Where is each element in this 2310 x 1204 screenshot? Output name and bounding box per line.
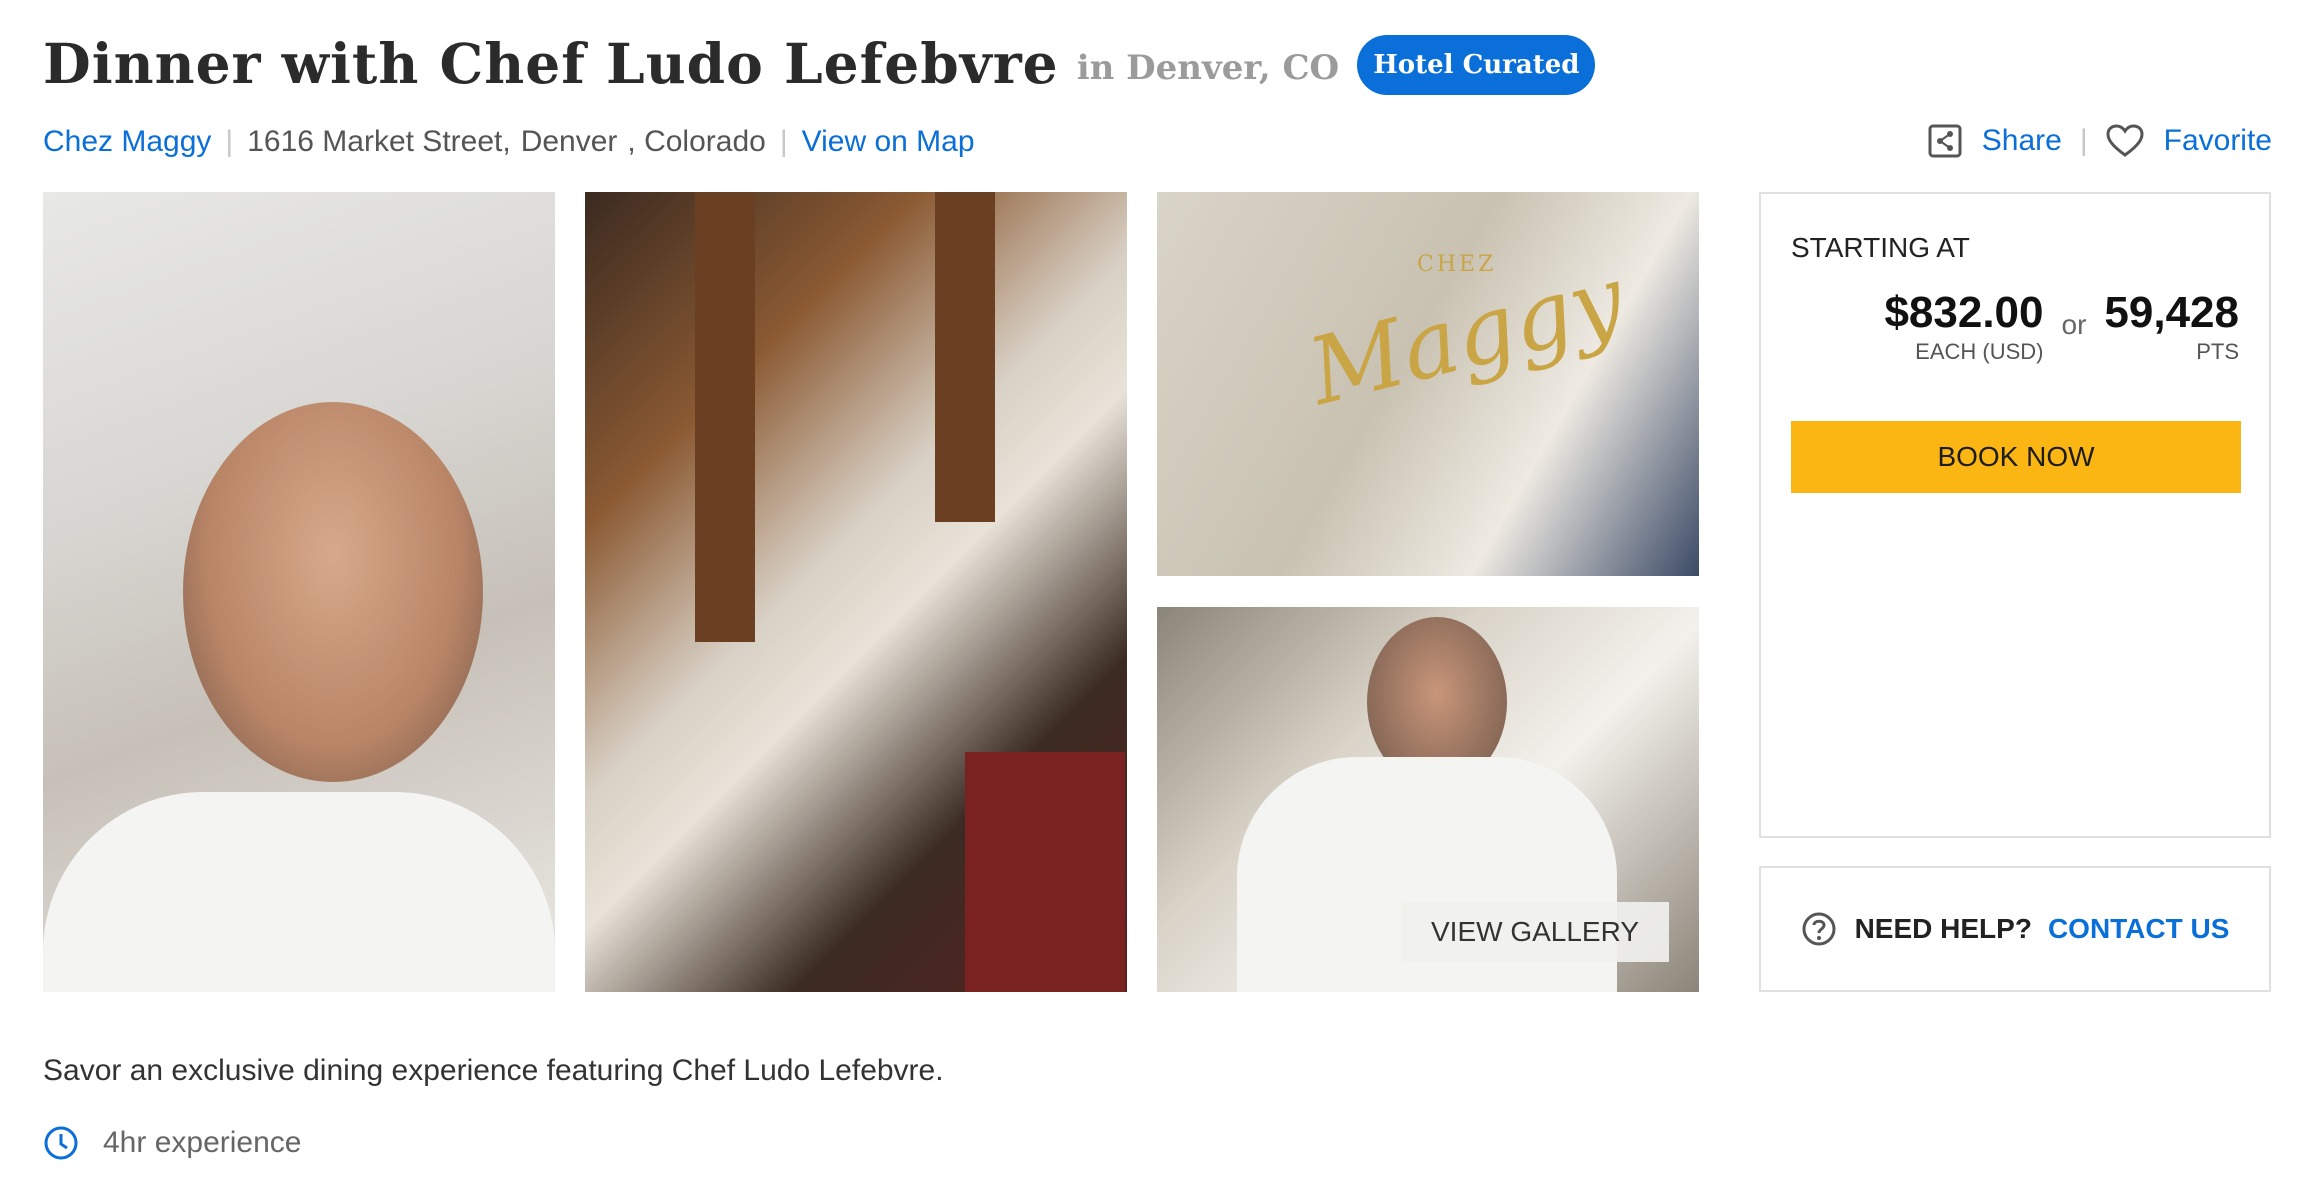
chef-cooking-photo[interactable]: VIEW GALLERY bbox=[1157, 607, 1699, 992]
duration-label: 4hr experience bbox=[103, 1126, 302, 1159]
title-row: Dinner with Chef Ludo Lefebvre in Denver… bbox=[43, 28, 1596, 98]
state: , Colorado bbox=[627, 125, 766, 158]
street-address: 1616 Market Street, bbox=[247, 125, 511, 158]
view-gallery-button[interactable]: VIEW GALLERY bbox=[1400, 902, 1669, 962]
venue-link[interactable]: Chez Maggy bbox=[43, 125, 211, 159]
contact-us-link[interactable]: CONTACT US bbox=[2048, 913, 2229, 945]
divider: | bbox=[2079, 124, 2088, 157]
sign-brand-text: CHEZ bbox=[1417, 252, 1497, 277]
restaurant-interior-photo[interactable] bbox=[585, 192, 1127, 992]
chez-maggy-sign-photo[interactable]: CHEZ Maggy bbox=[1157, 192, 1699, 576]
photo-column bbox=[695, 192, 755, 642]
clock-icon bbox=[44, 1126, 78, 1160]
share-button[interactable]: Share bbox=[1928, 124, 2062, 158]
action-bar: Share | Favorite bbox=[1928, 118, 2272, 164]
favorite-label: Favorite bbox=[2163, 124, 2272, 157]
view-on-map-link[interactable]: View on Map bbox=[802, 125, 975, 159]
heart-icon bbox=[2106, 124, 2144, 157]
venue-row: Chez Maggy | 1616 Market Street, Denver … bbox=[43, 120, 975, 164]
share-label: Share bbox=[1981, 124, 2062, 157]
book-now-button[interactable]: BOOK NOW bbox=[1791, 421, 2241, 493]
duration-row: 4hr experience bbox=[43, 1125, 301, 1161]
chef-portrait-photo[interactable] bbox=[43, 192, 555, 992]
help-card: NEED HELP? CONTACT US bbox=[1759, 866, 2271, 992]
experience-description: Savor an exclusive dining experience fea… bbox=[43, 1054, 944, 1087]
page-title: Dinner with Chef Ludo Lefebvre bbox=[43, 30, 1059, 96]
starting-at-label: STARTING AT bbox=[1791, 232, 1970, 263]
photo-rug bbox=[965, 752, 1125, 992]
photo-shirt bbox=[43, 792, 555, 992]
need-help-label: NEED HELP? bbox=[1854, 913, 2032, 944]
share-icon bbox=[1928, 124, 1962, 158]
cash-caption: EACH (USD) bbox=[1915, 339, 2044, 365]
question-circle-icon bbox=[1802, 912, 1836, 946]
points-caption: PTS bbox=[2196, 339, 2239, 365]
favorite-button[interactable]: Favorite bbox=[2106, 124, 2272, 158]
price-card: STARTING AT $832.00 EACH (USD) or 59,428… bbox=[1759, 192, 2271, 838]
city: Denver bbox=[520, 125, 618, 158]
hotel-curated-badge: Hotel Curated bbox=[1357, 35, 1596, 95]
or-label: or bbox=[2061, 309, 2087, 340]
divider: | bbox=[779, 125, 788, 158]
price-block: $832.00 EACH (USD) or 59,428 PTS bbox=[1884, 288, 2239, 365]
photo-column bbox=[935, 192, 995, 522]
cash-price: $832.00 bbox=[1884, 288, 2044, 337]
photo-subject bbox=[183, 402, 483, 782]
divider: | bbox=[225, 125, 234, 158]
location-label: in Denver, CO bbox=[1076, 48, 1340, 88]
points-price: 59,428 bbox=[2104, 288, 2239, 337]
